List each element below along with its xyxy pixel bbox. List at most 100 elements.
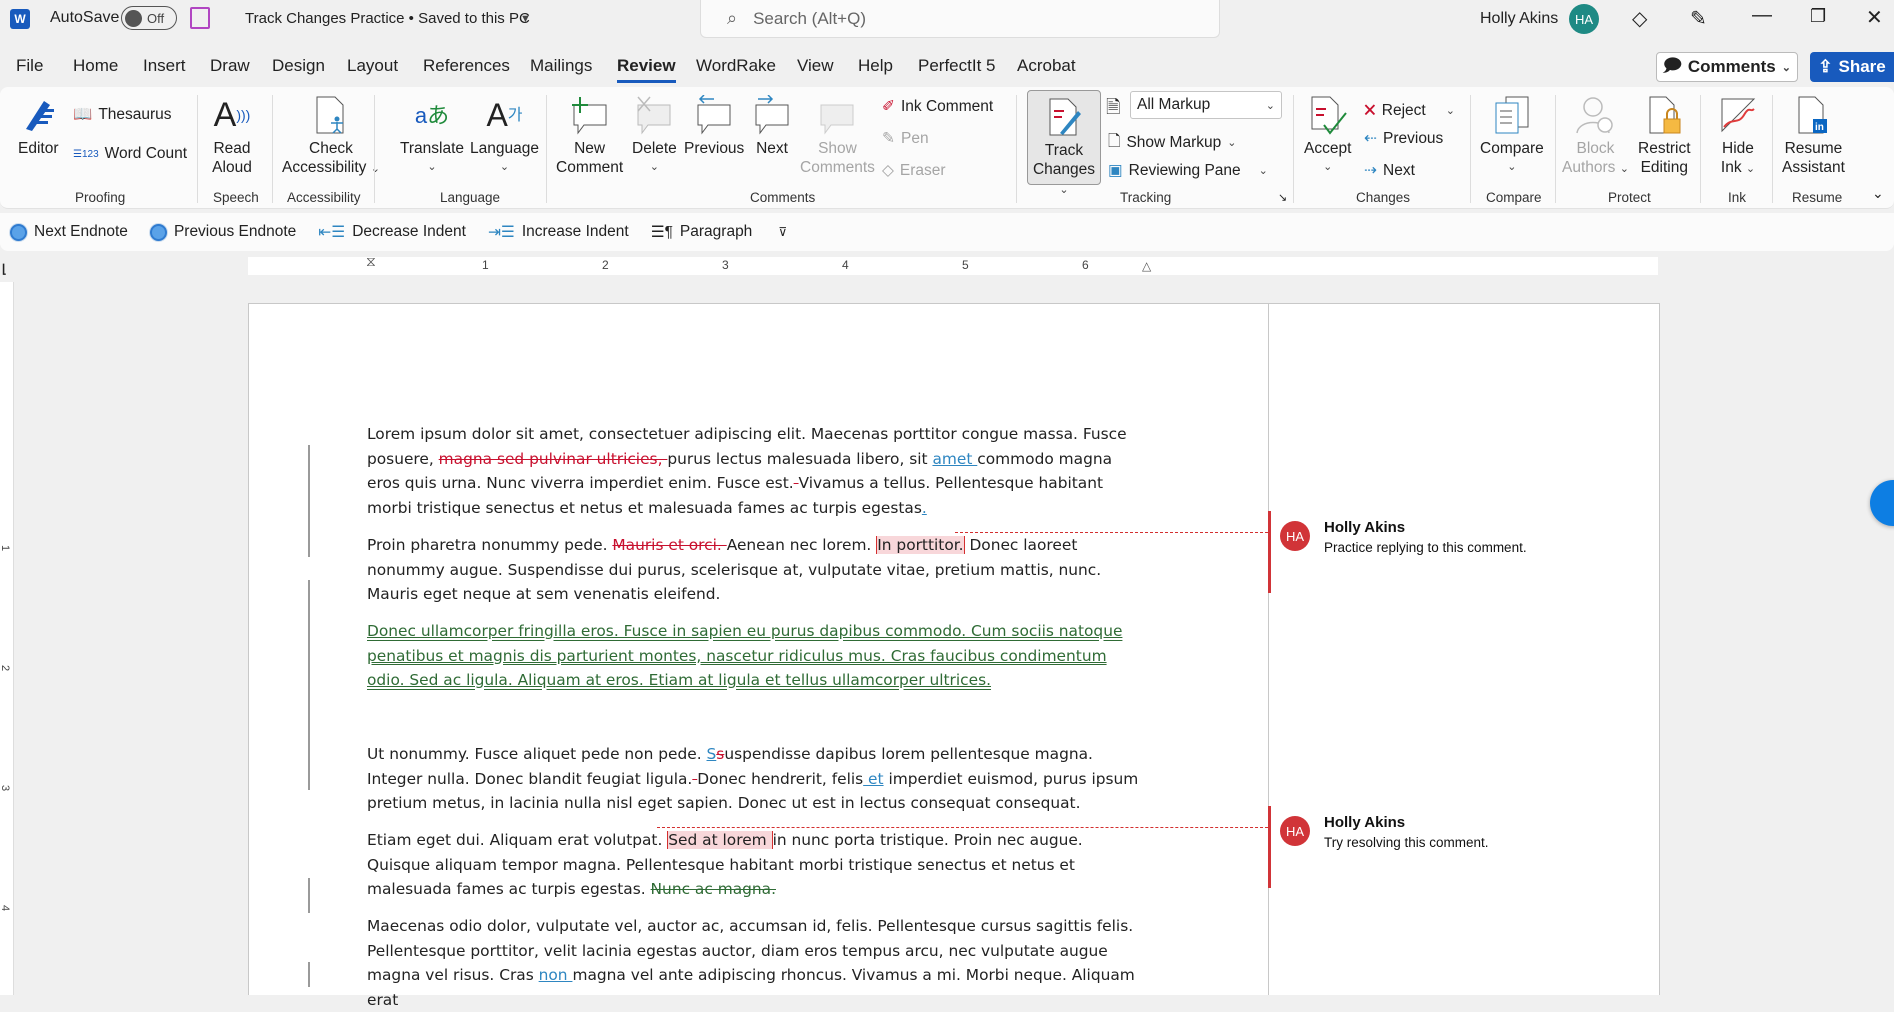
language-button[interactable]: A 가 Language ⌄ bbox=[470, 95, 539, 177]
translate-button[interactable]: a あ Translate ⌄ bbox=[400, 95, 464, 177]
markup-select[interactable]: All Markup ⌄ bbox=[1130, 91, 1282, 119]
markup-select-value: All Markup bbox=[1137, 96, 1211, 113]
share-button[interactable]: ⇪ Share bbox=[1810, 52, 1894, 82]
track-changes-button[interactable]: Track Changes ⌄ bbox=[1027, 90, 1101, 196]
show-markup-button[interactable]: 🗋 Show Markup ⌄ bbox=[1108, 129, 1236, 156]
compare-icon bbox=[1492, 95, 1532, 135]
change-bar bbox=[308, 580, 310, 790]
thesaurus-button[interactable]: 📖 Thesaurus bbox=[73, 105, 172, 124]
decrease-indent-button[interactable]: ⇤☰ Decrease Indent bbox=[318, 223, 466, 242]
tab-review[interactable]: Review bbox=[617, 56, 676, 83]
comments-button[interactable]: 🗩 Comments ⌄ bbox=[1656, 52, 1798, 82]
restrict-editing-button[interactable]: Restrict Editing bbox=[1638, 95, 1691, 177]
tracking-options-launcher-icon[interactable]: ↘ bbox=[1278, 191, 1287, 204]
comment-anchor-2[interactable]: Sed at lorem bbox=[667, 831, 773, 849]
tab-wordrake[interactable]: WordRake bbox=[696, 56, 776, 76]
increase-indent-button[interactable]: ⇥☰ Increase Indent bbox=[488, 223, 629, 242]
change-bar bbox=[308, 962, 310, 987]
reject-button[interactable]: 🗙 Reject ⌄ bbox=[1364, 97, 1455, 124]
resume-assistant-button[interactable]: in Resume Assistant bbox=[1782, 95, 1845, 177]
tab-acrobat[interactable]: Acrobat bbox=[1017, 56, 1076, 76]
tab-help[interactable]: Help bbox=[858, 56, 893, 76]
group-label-tracking: Tracking bbox=[1120, 190, 1172, 205]
diamond-icon[interactable]: ◇ bbox=[1632, 6, 1647, 31]
tab-layout[interactable]: Layout bbox=[347, 56, 398, 76]
previous-comment-button[interactable]: Previous bbox=[684, 95, 744, 158]
accept-button[interactable]: Accept ⌄ bbox=[1304, 95, 1351, 177]
pen-button[interactable]: ✎ Pen bbox=[882, 129, 929, 148]
tab-insert[interactable]: Insert bbox=[143, 56, 186, 76]
right-indent-marker[interactable]: △ bbox=[1142, 259, 1151, 273]
horizontal-ruler[interactable]: ⧖ 1 2 3 4 5 6 △ bbox=[248, 253, 1658, 275]
group-label-language: Language bbox=[440, 190, 501, 205]
minimize-icon[interactable]: — bbox=[1752, 4, 1772, 27]
collapse-ribbon-icon[interactable]: ⌄ bbox=[1872, 185, 1884, 202]
change-bar bbox=[308, 878, 310, 913]
show-comments-icon bbox=[817, 95, 857, 135]
paragraph-2[interactable]: Proin pharetra nonummy pede. Mauris et o… bbox=[367, 533, 1147, 607]
ink-comment-button[interactable]: ✐ Ink Comment bbox=[882, 97, 993, 116]
ruler-mark: 2 bbox=[0, 664, 12, 672]
editor-button[interactable]: Editor bbox=[18, 95, 59, 158]
paragraph-button[interactable]: ☰¶ Paragraph bbox=[651, 223, 753, 242]
tab-file[interactable]: File bbox=[16, 56, 43, 76]
paragraph-4[interactable]: Ut nonummy. Fusce aliquet pede non pede.… bbox=[367, 742, 1147, 816]
autosave-state: Off bbox=[147, 10, 165, 26]
group-label-comments: Comments bbox=[750, 190, 816, 205]
deletion: Mauris et orci. bbox=[612, 536, 727, 554]
comment-avatar: HA bbox=[1280, 521, 1310, 551]
read-aloud-button[interactable]: A))) Read Aloud bbox=[212, 95, 252, 177]
search-input[interactable]: Search (Alt+Q) bbox=[753, 9, 866, 29]
reviewing-pane-button[interactable]: ▣ Reviewing Pane ⌄ bbox=[1108, 161, 1268, 180]
tab-home[interactable]: Home bbox=[73, 56, 118, 76]
lock-doc-icon bbox=[1644, 95, 1684, 135]
ruler-mark: 1 bbox=[482, 258, 489, 272]
new-comment-button[interactable]: New Comment bbox=[556, 95, 623, 177]
close-icon[interactable]: ✕ bbox=[1866, 5, 1883, 30]
dropbox-floating-icon[interactable] bbox=[1870, 480, 1894, 526]
tab-mailings[interactable]: Mailings bbox=[530, 56, 592, 76]
previous-change-button[interactable]: ⇠ Previous bbox=[1364, 129, 1443, 148]
word-count-button[interactable]: ☰123 Word Count bbox=[73, 145, 187, 163]
tab-draw[interactable]: Draw bbox=[210, 56, 250, 76]
check-accessibility-button[interactable]: Check Accessibility ⌄ bbox=[282, 95, 380, 179]
customize-qat-icon[interactable]: ⊽ bbox=[778, 225, 787, 239]
tab-perfectit[interactable]: PerfectIt 5 bbox=[918, 56, 995, 76]
block-authors-button[interactable]: Block Authors ⌄ bbox=[1562, 95, 1629, 179]
vertical-ruler[interactable]: 1 2 3 4 bbox=[0, 282, 14, 995]
compare-button[interactable]: Compare ⌄ bbox=[1480, 95, 1544, 177]
next-change-button[interactable]: ⇢ Next bbox=[1364, 161, 1415, 180]
user-avatar[interactable]: HA bbox=[1569, 4, 1599, 34]
next-comment-button[interactable]: Next bbox=[752, 95, 792, 158]
document-title[interactable]: Track Changes Practice • Saved to this P… bbox=[245, 10, 530, 27]
first-line-indent-marker[interactable]: ⧖ bbox=[366, 253, 376, 270]
paragraph-5[interactable]: Etiam eget dui. Aliquam erat volutpat. S… bbox=[367, 828, 1147, 902]
tab-view[interactable]: View bbox=[797, 56, 834, 76]
user-name[interactable]: Holly Akins bbox=[1480, 10, 1558, 28]
tab-stop-selector[interactable]: ⌊ bbox=[2, 262, 7, 276]
autosave-label: AutoSave bbox=[50, 9, 120, 26]
paragraph-6[interactable]: Maecenas odio dolor, vulputate vel, auct… bbox=[367, 914, 1147, 1012]
comment-card[interactable]: HA Holly Akins Try resolving this commen… bbox=[1268, 806, 1648, 888]
save-icon[interactable] bbox=[190, 7, 210, 29]
autosave-toggle[interactable]: Off bbox=[121, 6, 177, 30]
hide-ink-button[interactable]: Hide Ink ⌄ bbox=[1718, 95, 1758, 179]
moved-paragraph[interactable]: Donec ullamcorper fringilla eros. Fusce … bbox=[367, 619, 1147, 693]
eraser-button[interactable]: ◇ Eraser bbox=[882, 161, 946, 180]
comment-card[interactable]: HA Holly Akins Practice replying to this… bbox=[1268, 511, 1648, 593]
ruler-mark: 1 bbox=[0, 544, 12, 552]
paragraph-1[interactable]: Lorem ipsum dolor sit amet, consectetuer… bbox=[367, 422, 1147, 520]
delete-comment-icon bbox=[634, 95, 674, 135]
next-endnote-button[interactable]: Next Endnote bbox=[10, 223, 128, 241]
title-dropdown-icon[interactable]: ▼ bbox=[520, 13, 531, 25]
search-box[interactable]: ⌕ Search (Alt+Q) bbox=[700, 0, 1220, 38]
delete-comment-button[interactable]: Delete ⌄ bbox=[632, 95, 677, 177]
change-bar bbox=[308, 445, 310, 557]
comment-anchor-1[interactable]: In porttitor. bbox=[876, 536, 965, 554]
previous-endnote-button[interactable]: Previous Endnote bbox=[149, 223, 296, 241]
show-comments-button[interactable]: Show Comments bbox=[800, 95, 875, 177]
tab-references[interactable]: References bbox=[423, 56, 510, 76]
coauthor-icon[interactable]: ✎ bbox=[1690, 6, 1707, 31]
restore-icon[interactable]: ❐ bbox=[1810, 6, 1826, 27]
tab-design[interactable]: Design bbox=[272, 56, 325, 76]
